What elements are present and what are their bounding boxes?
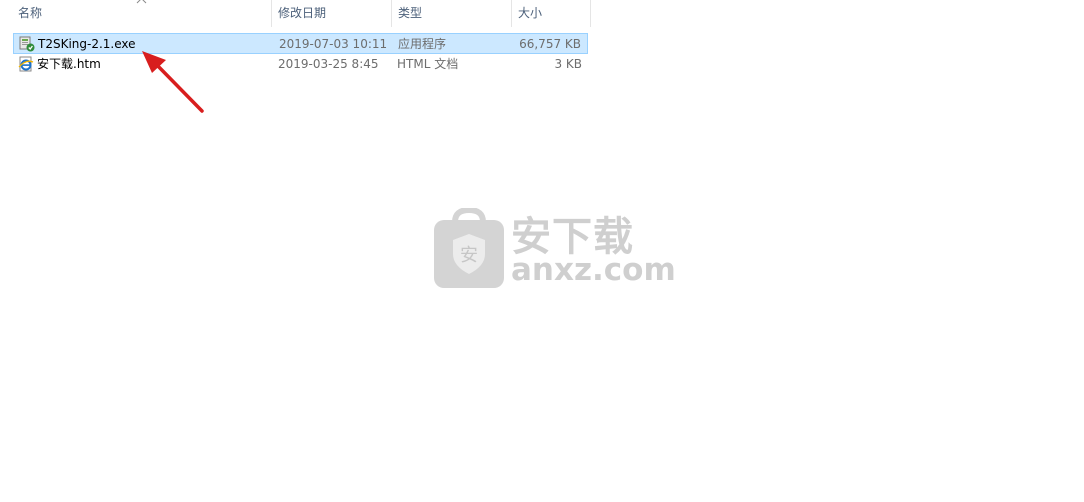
column-header-name-label: 名称 (18, 6, 43, 20)
file-name: 安下载.htm (37, 57, 101, 71)
file-type: 应用程序 (398, 37, 447, 51)
watermark: 安 安下载 anxz.com (433, 208, 676, 294)
file-size: 3 KB (554, 57, 582, 71)
exe-installer-icon (19, 36, 35, 52)
file-name: T2SKing-2.1.exe (38, 37, 136, 51)
file-date: 2019-07-03 10:11 (279, 37, 388, 51)
column-header-date[interactable]: 修改日期 (271, 0, 391, 27)
file-row[interactable]: T2SKing-2.1.exe 2019-07-03 10:11 应用程序 66… (13, 33, 588, 54)
file-row[interactable]: 安下载.htm 2019-03-25 8:45 HTML 文档 3 KB (13, 54, 588, 75)
column-header-type[interactable]: 类型 (391, 0, 511, 27)
internet-explorer-icon (18, 56, 34, 72)
file-type: HTML 文档 (397, 57, 459, 71)
watermark-badge-char: 安 (460, 245, 478, 266)
column-header-type-label: 类型 (398, 6, 423, 20)
watermark-en-text: anxz.com (511, 252, 676, 288)
red-pointer-arrow-icon (142, 51, 204, 113)
column-header-size-label: 大小 (518, 6, 543, 20)
sort-ascending-icon (136, 0, 147, 4)
file-size: 66,757 KB (519, 37, 581, 51)
column-header-size[interactable]: 大小 (511, 0, 591, 27)
column-header-name[interactable]: 名称 (12, 0, 271, 27)
column-header-date-label: 修改日期 (278, 6, 327, 20)
shield-bag-icon: 安 (434, 208, 504, 288)
file-date: 2019-03-25 8:45 (278, 57, 379, 71)
column-header-bar: 名称 修改日期 类型 大小 (0, 0, 592, 27)
